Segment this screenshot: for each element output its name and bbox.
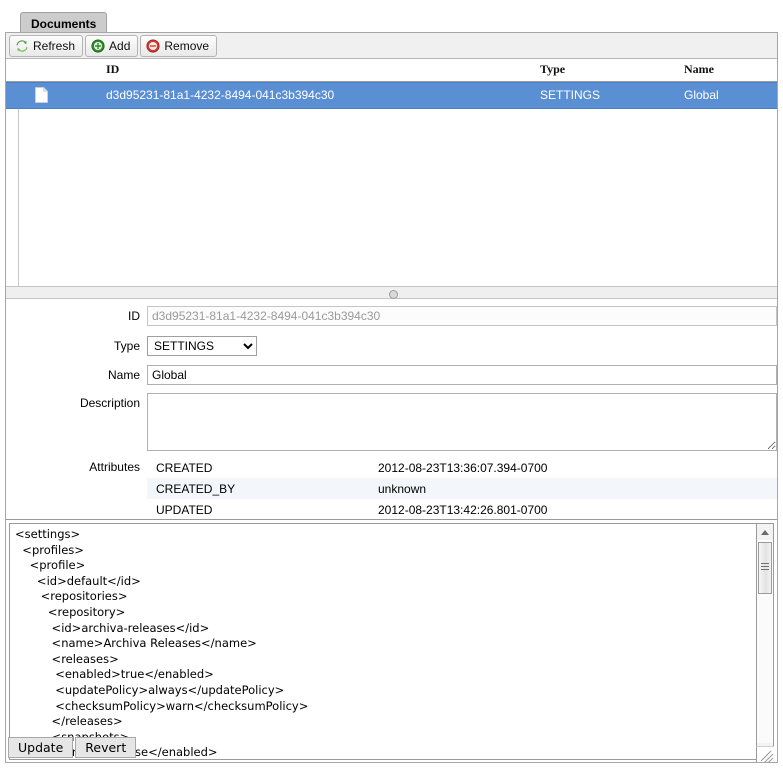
name-label: Name [107, 368, 140, 382]
revert-button[interactable]: Revert [75, 737, 137, 758]
column-header-type[interactable]: Type [540, 62, 565, 77]
attribute-value: 2012-08-23T13:42:26.801-0700 [378, 502, 548, 517]
type-label: Type [113, 339, 140, 353]
grid-body: d3d95231-81a1-4232-8494-041c3b394c30 SET… [6, 82, 777, 286]
xml-vertical-scrollbar[interactable] [756, 523, 774, 760]
remove-circle-icon [146, 38, 160, 53]
grid-column-divider [18, 82, 777, 286]
attributes-label: Attributes [89, 460, 140, 474]
scrollbar-thumb[interactable] [758, 542, 772, 594]
cell-type: SETTINGS [540, 88, 601, 102]
remove-button[interactable]: Remove [140, 34, 218, 57]
xml-editor-area: <settings> <profiles> <profile> <id>defa… [6, 519, 777, 764]
form-actions: Update Revert [8, 737, 137, 758]
attribute-key: UPDATED [156, 502, 213, 517]
field-row-description: Description [6, 393, 777, 453]
attribute-key: CREATED_BY [156, 481, 236, 496]
documents-panel: Refresh Add Remove ID Type Name d3d95231… [5, 32, 778, 764]
document-form: ID Type SETTINGS Name Description Attrib… [6, 299, 777, 541]
panel-splitter[interactable] [6, 286, 777, 299]
table-row[interactable]: d3d95231-81a1-4232-8494-041c3b394c30 SET… [6, 82, 777, 109]
tab-strip: Documents [0, 0, 783, 33]
description-label: Description [79, 396, 140, 410]
grid-header-row: ID Type Name [6, 59, 777, 82]
attribute-value: 2012-08-23T13:36:07.394-0700 [378, 460, 548, 475]
update-button[interactable]: Update [8, 737, 74, 758]
cell-name: Global [684, 88, 719, 102]
refresh-button[interactable]: Refresh [9, 34, 84, 57]
attributes-row[interactable]: CREATED_BY unknown [147, 478, 777, 499]
attributes-row[interactable]: CREATED 2012-08-23T13:36:07.394-0700 [147, 457, 777, 478]
cell-id: d3d95231-81a1-4232-8494-041c3b394c30 [106, 88, 335, 102]
remove-button-label: Remove [164, 38, 210, 53]
description-field[interactable] [147, 393, 777, 451]
name-field[interactable] [147, 365, 777, 385]
column-header-id[interactable]: ID [106, 62, 119, 77]
tab-documents[interactable]: Documents [20, 12, 108, 32]
xml-content[interactable]: <settings> <profiles> <profile> <id>defa… [10, 524, 756, 759]
toolbar: Refresh Add Remove [6, 33, 777, 59]
id-label: ID [128, 309, 140, 323]
refresh-button-label: Refresh [33, 38, 76, 53]
xml-editor[interactable]: <settings> <profiles> <profile> <id>defa… [9, 523, 756, 760]
refresh-icon [15, 39, 29, 53]
add-circle-icon [91, 38, 105, 53]
document-icon [35, 86, 49, 103]
attribute-key: CREATED [156, 460, 213, 475]
scrollbar-thumb-grip-icon [761, 563, 769, 572]
attributes-row[interactable]: UPDATED 2012-08-23T13:42:26.801-0700 [147, 499, 777, 520]
type-select[interactable]: SETTINGS [147, 336, 257, 356]
field-row-type: Type SETTINGS [6, 336, 777, 358]
field-row-id: ID [6, 306, 777, 328]
column-header-name[interactable]: Name [684, 62, 714, 77]
resize-grip-icon[interactable] [756, 746, 774, 764]
add-button-label: Add [109, 38, 131, 53]
id-field [147, 306, 777, 326]
field-row-name: Name [6, 365, 777, 387]
splitter-grip-icon[interactable] [388, 290, 398, 299]
documents-grid: ID Type Name d3d95231-81a1-4232-8494-041… [6, 59, 777, 286]
scroll-up-arrow-icon[interactable] [757, 524, 773, 540]
add-button[interactable]: Add [85, 34, 139, 57]
attribute-value: unknown [378, 481, 427, 496]
